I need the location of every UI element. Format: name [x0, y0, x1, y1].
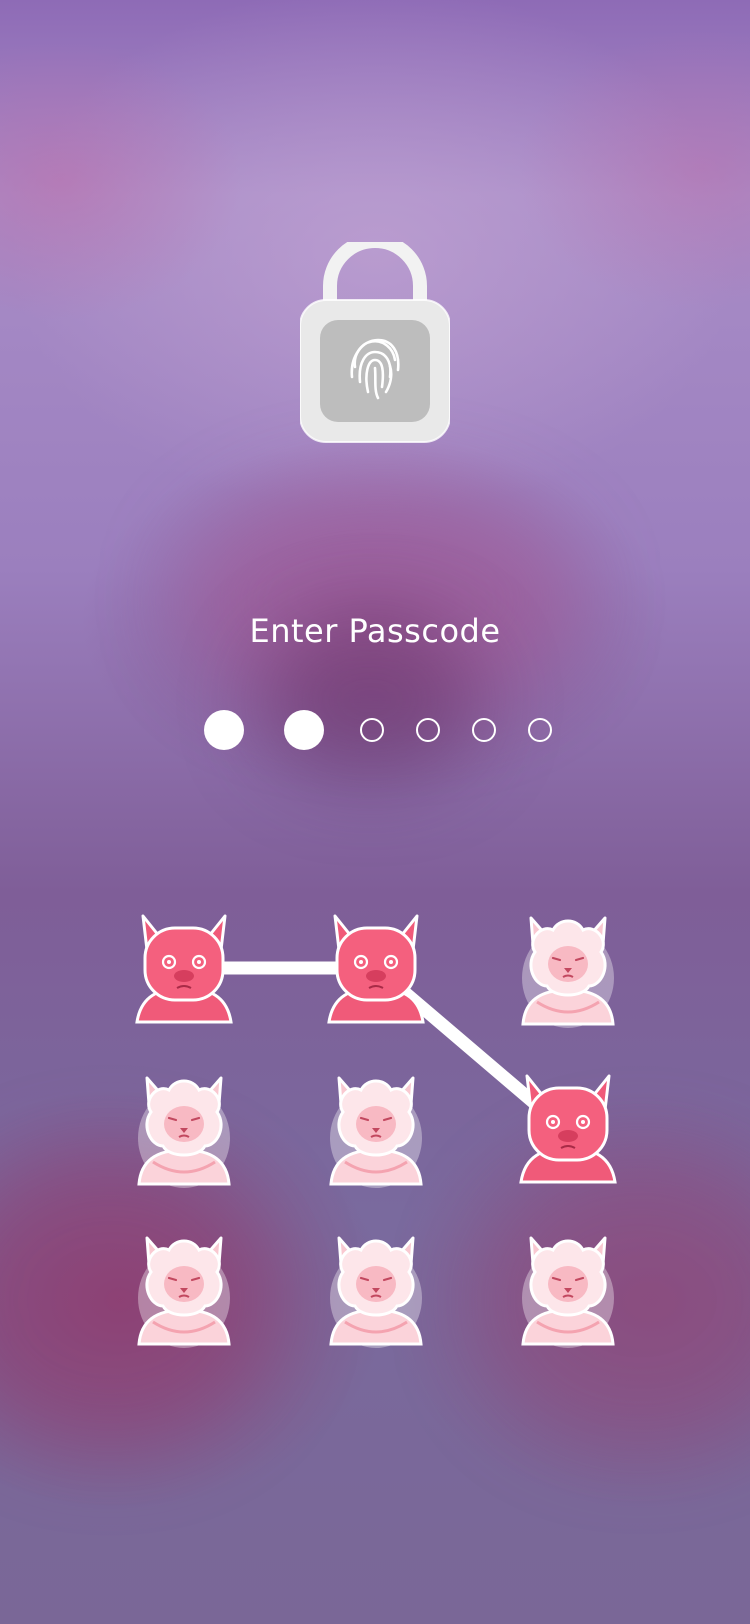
sheep-icon [329, 1236, 423, 1348]
fingerprint-padlock-icon[interactable] [299, 234, 451, 447]
sheep-icon [137, 1076, 231, 1188]
pig-icon [519, 1074, 617, 1184]
passcode-dot-filled [204, 710, 244, 750]
pig-icon [135, 914, 233, 1024]
passcode-dot-filled [284, 710, 324, 750]
sheep-icon [137, 1236, 231, 1348]
pattern-node-sheep[interactable] [129, 1070, 239, 1190]
pattern-node-sheep[interactable] [129, 1230, 239, 1350]
sheep-icon [521, 1236, 615, 1348]
pattern-node-pig-selected[interactable] [513, 1070, 623, 1190]
pattern-node-sheep[interactable] [513, 1230, 623, 1350]
pattern-lock-grid[interactable] [0, 880, 750, 1360]
passcode-dot-empty [472, 718, 496, 742]
sheep-icon [521, 916, 615, 1028]
sheep-icon [329, 1076, 423, 1188]
passcode-dot-empty [360, 718, 384, 742]
pattern-node-sheep[interactable] [321, 1230, 431, 1350]
passcode-dot-empty [416, 718, 440, 742]
pig-icon [327, 914, 425, 1024]
pattern-node-sheep[interactable] [321, 1070, 431, 1190]
pattern-node-sheep[interactable] [513, 910, 623, 1030]
passcode-indicator [0, 700, 750, 760]
pattern-node-pig-selected[interactable] [321, 910, 431, 1030]
passcode-dot-empty [528, 718, 552, 742]
enter-passcode-label: Enter Passcode [249, 612, 501, 650]
pattern-node-pig-selected[interactable] [129, 910, 239, 1030]
